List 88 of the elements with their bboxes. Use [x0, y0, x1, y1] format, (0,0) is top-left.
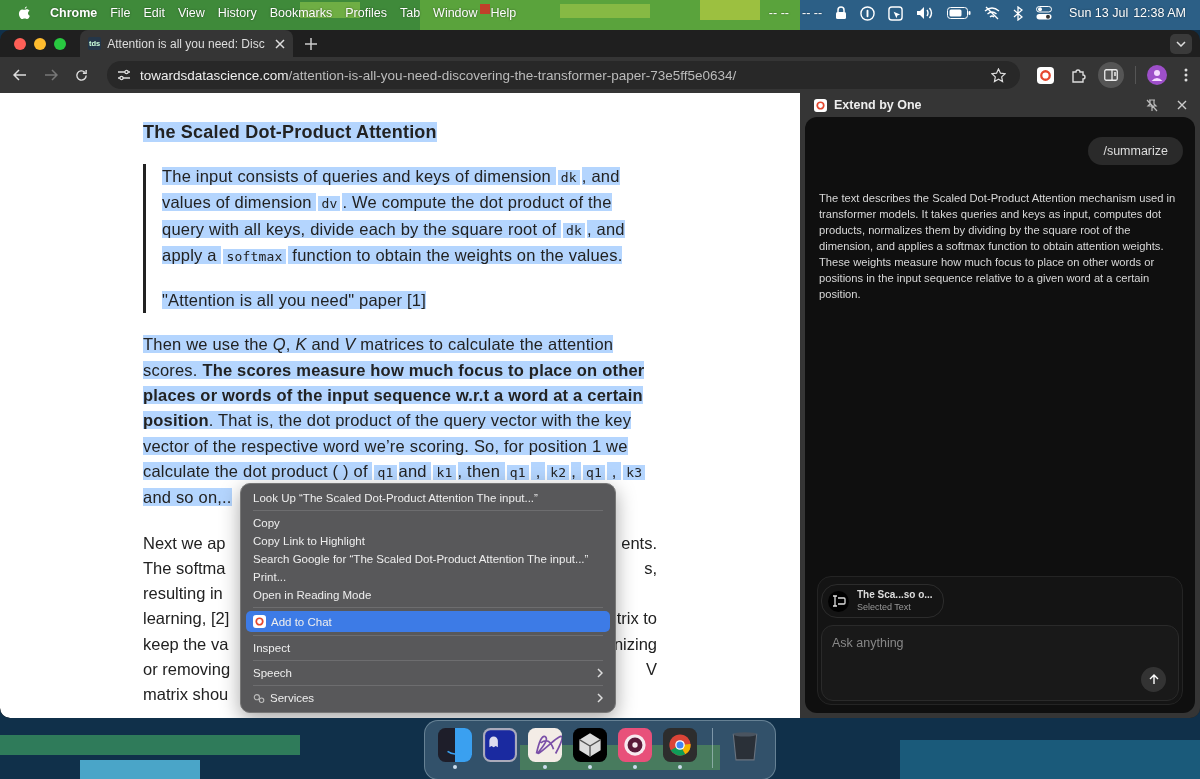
menu-item[interactable]: Copy — [246, 514, 610, 532]
paragraph-fragment: V — [646, 659, 657, 681]
volume-icon[interactable] — [916, 6, 935, 20]
url-text: towardsdatascience.com/attention-is-all-you-need-discovering-the-transformer-paper-73e5ff5e0634/ — [140, 67, 737, 83]
quote-paragraph: The input consists of queries and keys of dimension dk , and values of dimension dv . We compute the dot product of the query with all keys, divide each by the square root of dk , and apply a softmax function to obtain the weights on the values. — [162, 166, 626, 266]
cursor-box-icon[interactable] — [888, 5, 904, 21]
menu-item[interactable]: Add to Chat — [246, 611, 610, 632]
chevron-right-icon — [597, 668, 603, 678]
more-menu-icon[interactable] — [1184, 68, 1188, 82]
paragraph-fragment: keep the va — [143, 633, 229, 655]
side-panel-icon — [1104, 69, 1118, 81]
bluetooth-icon[interactable] — [1013, 5, 1024, 21]
menu-item[interactable]: Services — [246, 689, 610, 707]
site-settings-icon[interactable] — [117, 69, 131, 81]
menu-bar-item[interactable]: Bookmarks — [269, 6, 333, 20]
date-text[interactable]: Sun 13 Jul — [1069, 6, 1129, 20]
side-panel-button[interactable] — [1098, 62, 1124, 88]
time-text[interactable]: 12:38 AM — [1133, 6, 1186, 20]
paragraph-fragment: matrix shou — [143, 684, 229, 706]
paragraph-fragment: ents. — [621, 532, 657, 554]
text-cursor-icon — [828, 590, 849, 612]
gears-icon — [253, 692, 265, 704]
menu-bar-item[interactable]: History — [217, 6, 257, 20]
close-window-button[interactable] — [14, 37, 26, 50]
new-tab-icon[interactable] — [304, 37, 317, 50]
zoom-window-button[interactable] — [54, 37, 66, 50]
paragraph-fragment: learning, [2] — [143, 608, 230, 630]
target-icon[interactable] — [618, 728, 652, 762]
paragraph-fragment: or removing — [143, 659, 231, 681]
menu-item[interactable]: Copy Link to Highlight — [246, 532, 610, 550]
close-icon[interactable] — [1177, 100, 1187, 110]
cube-icon[interactable] — [573, 728, 607, 762]
browser-icon[interactable] — [663, 728, 697, 762]
attachment-title: The Sca...so o... — [857, 589, 933, 601]
send-button[interactable] — [1141, 667, 1166, 692]
menu-item[interactable]: Inspect — [246, 639, 610, 657]
paragraph-fragment: Next we ap — [143, 532, 226, 554]
menu-bar-item[interactable]: Profiles — [345, 6, 387, 20]
panel-title: Extend by One — [834, 98, 922, 112]
menu-bar-item[interactable]: Edit — [143, 6, 165, 20]
attachment-chip[interactable]: The Sca...so o... Selected Text — [821, 584, 944, 618]
extension-logo-icon — [814, 98, 827, 112]
star-icon[interactable] — [991, 67, 1006, 83]
apple-logo-icon[interactable] — [18, 5, 31, 21]
attachment-subtitle: Selected Text — [857, 601, 912, 613]
reload-icon[interactable] — [75, 68, 88, 82]
menu-bar-item[interactable]: Tab — [399, 6, 421, 20]
article-heading: The Scaled Dot-Product Attention — [143, 121, 438, 144]
lock-icon[interactable] — [835, 6, 848, 20]
user-message: /summarize — [1088, 137, 1183, 165]
battery-icon[interactable] — [947, 7, 972, 19]
paragraph-fragment: resulting in — [143, 583, 223, 605]
minimize-window-button[interactable] — [34, 37, 46, 50]
paragraph-fragment: trix to — [616, 608, 657, 630]
paragraph-fragment: The softma — [143, 557, 226, 579]
menu-item[interactable]: Open in Reading Mode — [246, 586, 610, 604]
chevron-right-icon — [597, 693, 603, 703]
menu-bar-item[interactable]: View — [177, 6, 205, 20]
info-circle-icon[interactable] — [860, 5, 876, 21]
address-bar[interactable]: towardsdatascience.com/attention-is-all-you-need-discovering-the-transformer-paper-73e5ff5e0634/ — [107, 61, 1020, 89]
menu-item[interactable]: Search Google for “The Scaled Dot-Product Attention The input...” — [246, 550, 610, 568]
menu-bar-item[interactable]: File — [110, 6, 131, 20]
menu-item[interactable]: Speech — [246, 664, 610, 682]
toggles-icon[interactable] — [1036, 6, 1053, 20]
assistant-reply: The text describes the Scaled Dot-Product Attention mechanism used in transformer models. It takes queries and keys as input, computes dot products, normalizes them by dividing by the square root of the dimension, and applies a softmax function to obtain attention weights. These weights measure how much focus to place on other words or positions in the input sequence relative to a given word at a certain position. — [818, 191, 1177, 302]
puzzle-icon[interactable] — [1071, 67, 1087, 83]
menu-item[interactable]: Look Up “The Scaled Dot-Product Attention The input...” — [246, 489, 610, 507]
profile-avatar[interactable] — [1147, 65, 1167, 85]
app-menu[interactable]: Chrome — [50, 6, 98, 20]
wifi-off-icon[interactable] — [984, 6, 1001, 20]
quote-caption: "Attention is all you need" paper [1] — [162, 290, 428, 312]
unpin-icon[interactable] — [1146, 98, 1158, 112]
forward-icon[interactable] — [44, 69, 58, 81]
message-input[interactable]: Ask anything — [822, 626, 1178, 700]
ghost-window-icon[interactable] — [483, 728, 517, 762]
face-icon[interactable] — [438, 728, 472, 762]
back-icon[interactable] — [13, 69, 27, 81]
extension-logo-icon — [253, 615, 266, 628]
extension-logo-icon[interactable] — [1037, 66, 1054, 84]
scribble-icon[interactable] — [528, 728, 562, 762]
paragraph-fragment: s, — [644, 557, 657, 579]
menu-item[interactable]: Print... — [246, 568, 610, 586]
tab-title: Attention is all you need: Disc — [107, 36, 265, 51]
tab-search-button[interactable] — [1170, 33, 1192, 54]
close-icon[interactable] — [274, 38, 285, 49]
status-text[interactable]: -- -- — [801, 6, 823, 20]
chevron-down-icon — [1176, 40, 1186, 47]
arrow-up-icon — [1148, 674, 1159, 685]
